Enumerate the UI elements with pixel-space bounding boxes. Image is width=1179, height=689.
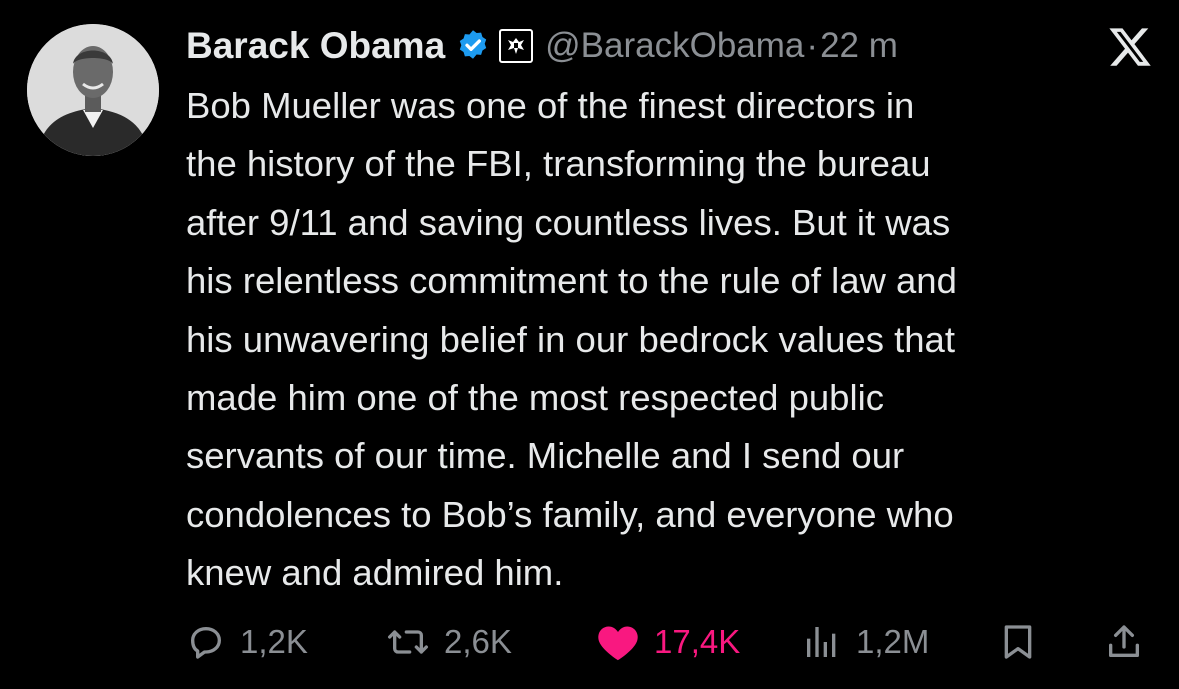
timestamp[interactable]: 22 m: [820, 26, 898, 66]
tweet-text-line: his relentless commitment to the rule of…: [186, 260, 957, 302]
avatar[interactable]: [27, 24, 159, 156]
like-button[interactable]: 17,4K: [596, 612, 740, 672]
repost-count: 2,6K: [444, 623, 512, 660]
like-count: 17,4K: [654, 623, 741, 660]
avatar-photo: [27, 24, 159, 156]
reply-count: 1,2K: [240, 623, 308, 660]
views-count: 1,2M: [856, 623, 930, 660]
author-handle[interactable]: @BarackObama: [545, 26, 804, 66]
analytics-icon: [807, 627, 836, 657]
views-button[interactable]: 1,2M: [802, 612, 929, 672]
bookmark-button[interactable]: [998, 612, 1052, 672]
tweet-text: Bob Mueller was one of the finest direct…: [186, 77, 1161, 603]
x-logo-icon: [1109, 28, 1151, 66]
share-button[interactable]: [1104, 612, 1158, 672]
tweet-text-line: made him one of the most respected publi…: [186, 377, 884, 419]
tweet-header: Barack Obama @BarackObama · 22 m: [186, 18, 1159, 74]
tweet-actions-bar: 1,2K 2,6K 17,4K 1,2M: [186, 612, 1148, 672]
author-name[interactable]: Barack Obama: [186, 25, 445, 67]
reply-icon: [191, 627, 221, 659]
repost-icon: [387, 630, 428, 654]
tweet-text-line: his unwavering belief in our bedrock val…: [186, 318, 955, 360]
separator-dot: ·: [806, 26, 819, 65]
heart-icon: [598, 626, 638, 661]
tweet-text-line: condolences to Bob’s family, and everyon…: [186, 493, 954, 535]
bookmark-icon: [1004, 625, 1032, 659]
verified-badge-icon: [459, 30, 487, 59]
repost-button[interactable]: 2,6K: [386, 612, 512, 672]
share-icon: [1109, 625, 1139, 657]
tweet-text-line: after 9/11 and saving countless lives. B…: [186, 201, 951, 243]
tweet-text-line: servants of our time. Michelle and I sen…: [186, 435, 905, 477]
tweet-text-line: Bob Mueller was one of the finest direct…: [186, 85, 915, 126]
tweet-text-line: the history of the FBI, transforming the…: [186, 143, 931, 185]
government-seal-icon: [499, 29, 534, 63]
tweet-text-line: knew and admired him.: [186, 552, 564, 594]
reply-button[interactable]: 1,2K: [186, 612, 308, 672]
